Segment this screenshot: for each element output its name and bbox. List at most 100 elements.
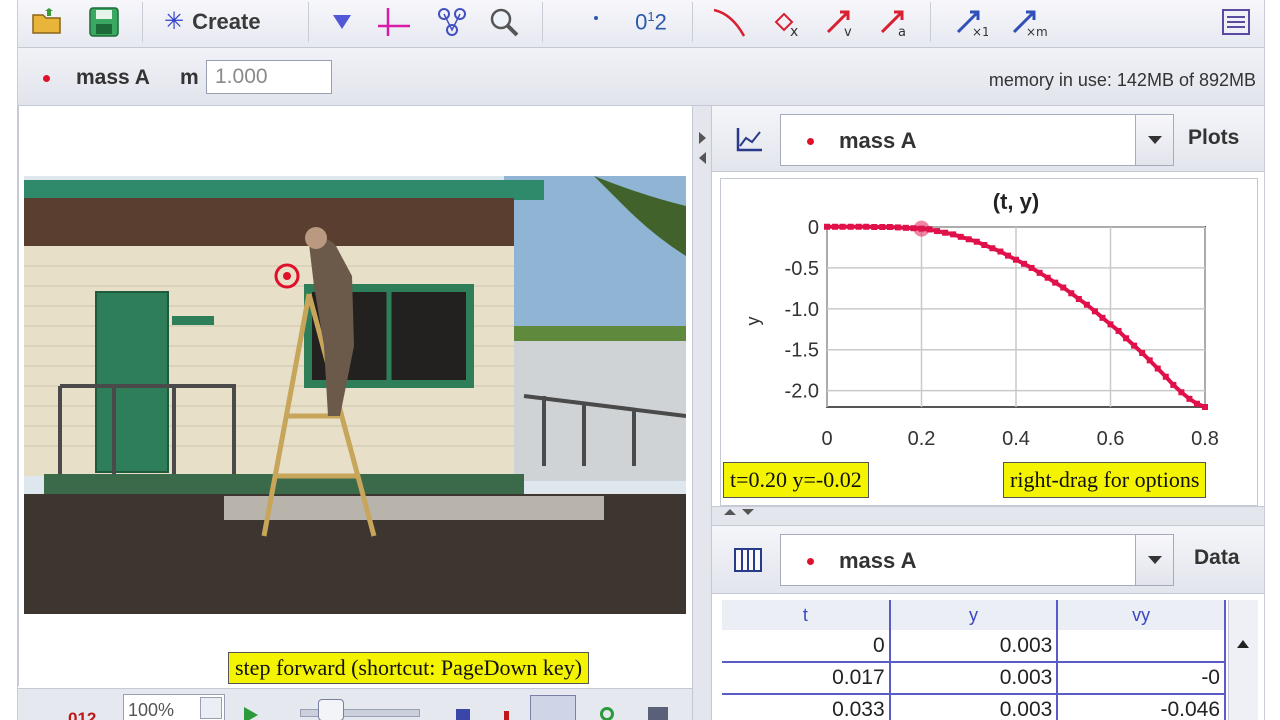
data-point[interactable]	[1083, 301, 1090, 308]
velocity-vector-icon[interactable]: v	[820, 4, 860, 40]
data-point[interactable]	[839, 223, 846, 230]
step-back-icon[interactable]	[456, 709, 470, 720]
column-header-y[interactable]: y	[889, 600, 1059, 630]
footprint-line-icon[interactable]	[710, 4, 750, 40]
data-point[interactable]	[824, 223, 830, 230]
data-point[interactable]	[1170, 381, 1177, 388]
data-point[interactable]	[1044, 274, 1051, 281]
data-point[interactable]	[1060, 284, 1067, 291]
zoom-icon[interactable]	[484, 4, 524, 40]
chevron-down-icon[interactable]	[1135, 115, 1173, 165]
data-point[interactable]	[871, 224, 878, 230]
data-point[interactable]	[1202, 404, 1208, 410]
data-point[interactable]	[879, 224, 886, 230]
sum-vector-1-icon[interactable]: ×1	[950, 4, 990, 40]
mass-field[interactable]	[206, 60, 332, 94]
data-point[interactable]	[997, 248, 1004, 255]
table-cell[interactable]: 0.033	[722, 694, 891, 720]
table-scrollbar[interactable]	[1228, 600, 1258, 720]
zoom-dropdown-icon[interactable]	[200, 697, 222, 719]
slider-thumb[interactable]	[318, 699, 344, 720]
data-point[interactable]	[965, 236, 972, 243]
data-point[interactable]	[1123, 335, 1130, 342]
data-point[interactable]	[1107, 321, 1114, 328]
marking-number-icon[interactable]: 012	[628, 4, 674, 40]
save-disk-icon[interactable]	[86, 4, 122, 40]
data-point[interactable]	[1075, 296, 1082, 302]
chevron-down-icon[interactable]	[1135, 535, 1173, 585]
track-name[interactable]: mass A	[76, 66, 150, 90]
sum-vector-m-icon[interactable]: ×m	[1006, 4, 1050, 40]
plot-chart[interactable]: 0 0.2 0.4 0.6 0.8 0 -0.5 -1.0 -1.5 -2.0 (t, y) y	[721, 179, 1257, 505]
split-handle[interactable]	[712, 506, 1264, 526]
data-point[interactable]	[957, 233, 964, 240]
data-point[interactable]	[1154, 365, 1161, 372]
data-point[interactable]	[902, 224, 909, 231]
reset-icon[interactable]	[600, 707, 614, 720]
table-columns-icon[interactable]	[728, 540, 768, 580]
data-point[interactable]	[863, 223, 870, 230]
table-cell[interactable]: 0	[722, 630, 891, 663]
coordinate-axes-icon[interactable]	[374, 4, 414, 40]
data-point[interactable]	[847, 223, 854, 230]
data-point[interactable]	[981, 242, 988, 248]
data-point[interactable]	[973, 238, 980, 245]
loop-icon[interactable]	[648, 707, 668, 720]
plot-axes-icon[interactable]	[728, 120, 768, 160]
data-point[interactable]	[1028, 264, 1035, 271]
data-point[interactable]	[1004, 252, 1011, 259]
trail-point-icon[interactable]	[580, 4, 616, 40]
data-point[interactable]	[950, 231, 957, 238]
column-header-vy[interactable]: vy	[1057, 600, 1226, 630]
step-forward-button[interactable]	[530, 695, 576, 720]
data-point[interactable]	[1193, 400, 1200, 407]
table-cell[interactable]	[1057, 630, 1226, 663]
data-point[interactable]	[1052, 279, 1059, 286]
data-track-dropdown[interactable]: mass A	[780, 534, 1174, 586]
table-cell[interactable]: 0.017	[722, 662, 891, 695]
table-row[interactable]: 0 0.003	[722, 630, 1226, 663]
table-cell[interactable]: 0.003	[889, 694, 1059, 720]
table-cell[interactable]: -0.046	[1057, 694, 1226, 720]
data-table[interactable]: t y vy 0 0.003 0.017 0.003 -0 0.033 0.00…	[722, 600, 1226, 720]
video-frame[interactable]	[24, 176, 686, 614]
selected-point-highlight[interactable]	[913, 220, 930, 237]
data-point[interactable]	[1186, 395, 1193, 402]
column-header-t[interactable]: t	[722, 600, 891, 630]
data-point[interactable]	[1131, 342, 1138, 349]
data-point[interactable]	[1139, 350, 1146, 356]
play-icon[interactable]	[244, 707, 258, 720]
data-point[interactable]	[1099, 314, 1106, 321]
data-point[interactable]	[1036, 269, 1043, 276]
data-point[interactable]	[989, 245, 996, 252]
data-point[interactable]	[1115, 327, 1122, 334]
data-button[interactable]: Data	[1194, 546, 1240, 570]
table-row[interactable]: 0.033 0.003 -0.046	[722, 694, 1226, 720]
data-point[interactable]	[886, 224, 893, 230]
data-point[interactable]	[934, 228, 941, 235]
panel-divider[interactable]	[692, 106, 712, 720]
data-point[interactable]	[832, 223, 839, 230]
plot-area[interactable]: 0 0.2 0.4 0.6 0.8 0 -0.5 -1.0 -1.5 -2.0 (t, y) y	[720, 178, 1258, 506]
plots-button[interactable]: Plots	[1188, 126, 1239, 150]
data-point[interactable]	[1013, 256, 1019, 263]
data-point[interactable]	[1146, 357, 1153, 364]
calibration-tools-icon[interactable]	[432, 4, 472, 40]
scroll-up-icon[interactable]	[1229, 600, 1257, 660]
acceleration-vector-icon[interactable]: a	[874, 4, 914, 40]
data-point[interactable]	[1091, 308, 1098, 315]
data-point[interactable]	[1178, 389, 1185, 396]
plot-track-dropdown[interactable]: mass A	[780, 114, 1174, 166]
frame-number[interactable]: 012	[68, 709, 96, 720]
data-point[interactable]	[942, 229, 949, 236]
data-point[interactable]	[1021, 260, 1028, 267]
mark-point-icon[interactable]: x	[766, 4, 806, 40]
table-cell[interactable]: 0.003	[889, 630, 1059, 663]
open-folder-icon[interactable]	[30, 4, 66, 40]
notes-icon[interactable]	[1218, 4, 1254, 40]
table-cell[interactable]: 0.003	[889, 662, 1059, 695]
data-point[interactable]	[1068, 290, 1075, 297]
create-button[interactable]: ✳ Create	[164, 4, 284, 40]
table-row[interactable]: 0.017 0.003 -0	[722, 662, 1226, 695]
clip-settings-icon[interactable]	[324, 4, 360, 40]
